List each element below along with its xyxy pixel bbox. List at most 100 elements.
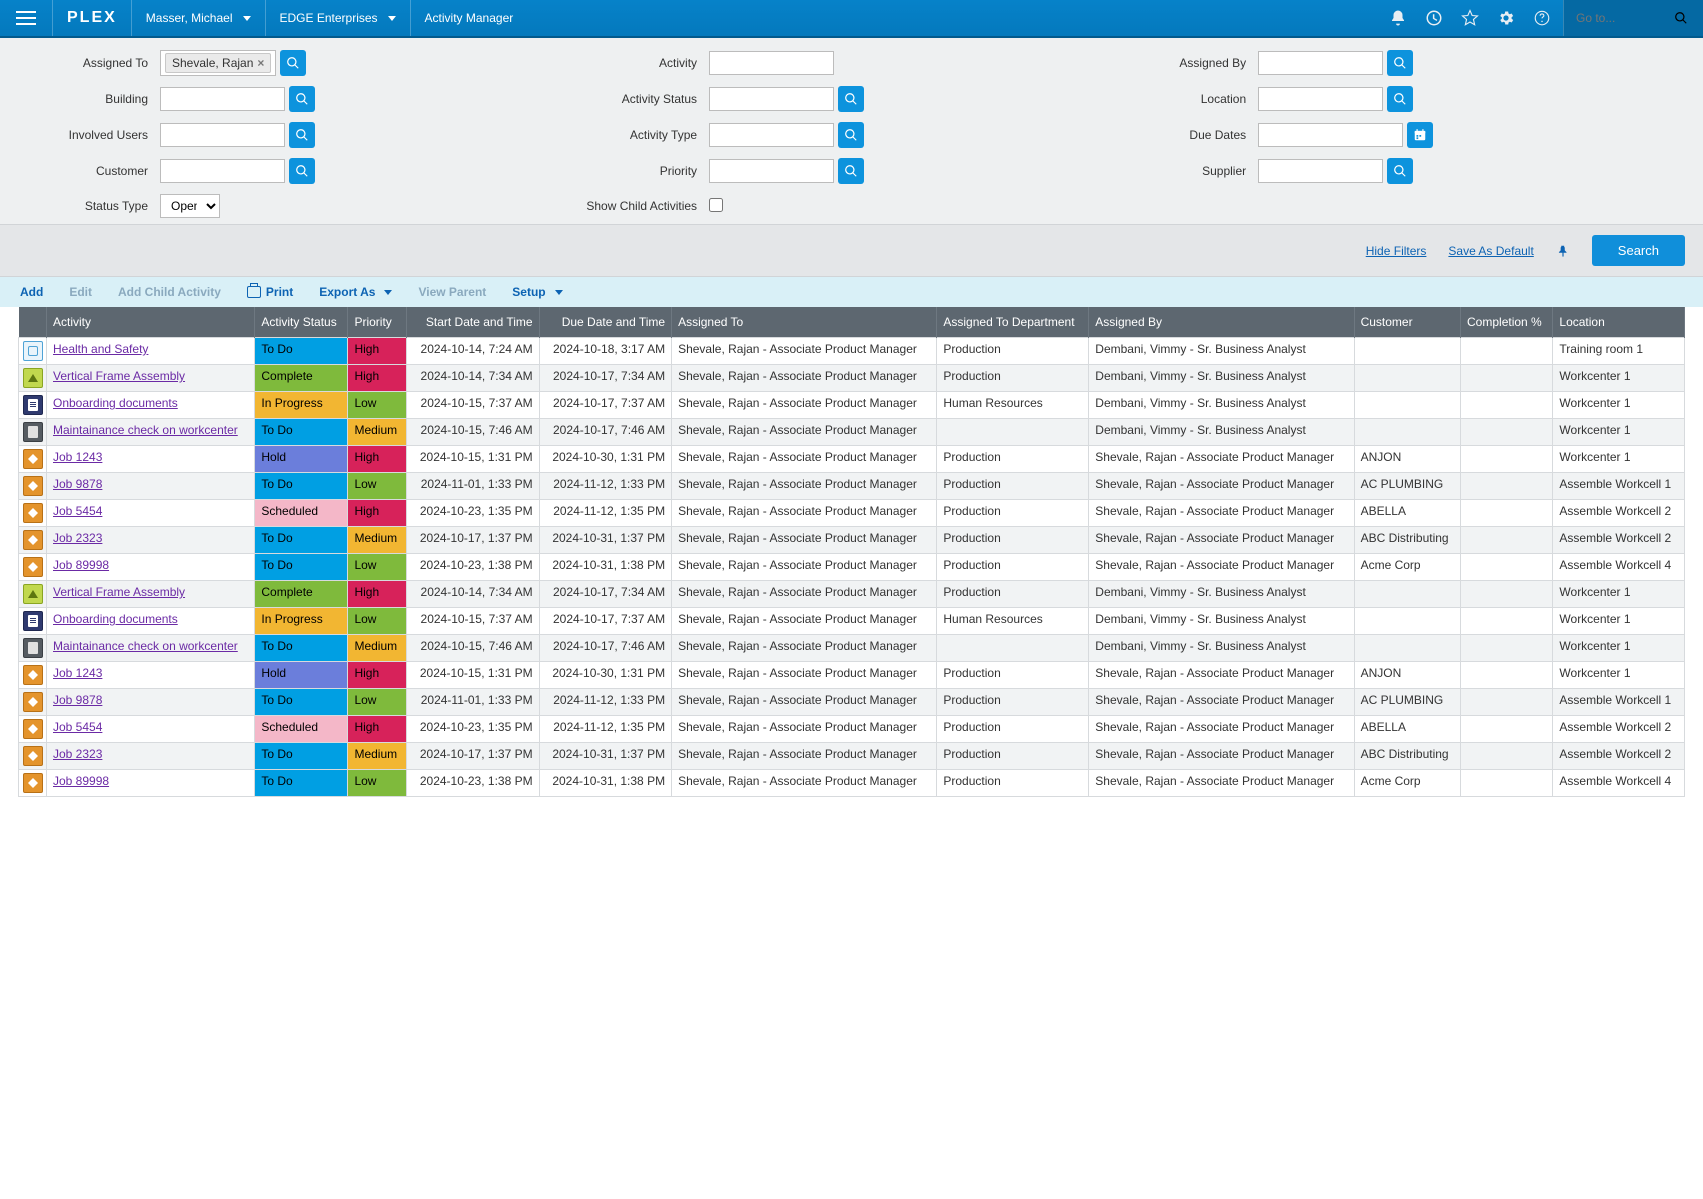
status-type-select[interactable]: Open <box>160 194 220 218</box>
lookup-involved-users[interactable] <box>289 122 315 148</box>
col-header[interactable]: Activity Status <box>255 307 348 338</box>
activity-link[interactable]: Vertical Frame Assembly <box>53 369 185 383</box>
pin-icon[interactable] <box>1556 244 1570 258</box>
table-row[interactable]: Job 1243HoldHigh2024-10-15, 1:31 PM2024-… <box>19 446 1685 473</box>
assigned-by-cell: Shevale, Rajan - Associate Product Manag… <box>1089 716 1354 743</box>
table-row[interactable]: Job 9878To DoLow2024-11-01, 1:33 PM2024-… <box>19 689 1685 716</box>
hide-filters-link[interactable]: Hide Filters <box>1366 244 1427 258</box>
table-row[interactable]: Health and SafetyTo DoHigh2024-10-14, 7:… <box>19 338 1685 365</box>
activity-link[interactable]: Job 89998 <box>53 774 109 788</box>
supplier-input[interactable] <box>1258 159 1383 183</box>
table-row[interactable]: Job 2323To DoMedium2024-10-17, 1:37 PM20… <box>19 743 1685 770</box>
show-child-checkbox[interactable] <box>709 198 723 212</box>
table-row[interactable]: Job 89998To DoLow2024-10-23, 1:38 PM2024… <box>19 554 1685 581</box>
activity-link[interactable]: Job 5454 <box>53 504 102 518</box>
table-row[interactable]: Vertical Frame AssemblyCompleteHigh2024-… <box>19 581 1685 608</box>
assigned-to-input[interactable]: Shevale, Rajan× <box>160 50 276 76</box>
save-default-link[interactable]: Save As Default <box>1448 244 1533 258</box>
location-input[interactable] <box>1258 87 1383 111</box>
table-row[interactable]: Job 89998To DoLow2024-10-23, 1:38 PM2024… <box>19 770 1685 797</box>
user-menu[interactable]: Masser, Michael <box>132 0 266 36</box>
table-row[interactable]: Job 5454ScheduledHigh2024-10-23, 1:35 PM… <box>19 716 1685 743</box>
due-dates-input[interactable] <box>1258 123 1403 147</box>
calendar-due-dates[interactable] <box>1407 122 1433 148</box>
help-icon[interactable] <box>1533 9 1551 27</box>
activity-link[interactable]: Job 1243 <box>53 450 102 464</box>
table-row[interactable]: Job 2323To DoMedium2024-10-17, 1:37 PM20… <box>19 527 1685 554</box>
priority-input[interactable] <box>709 159 834 183</box>
col-header[interactable] <box>19 307 47 338</box>
involved-users-input[interactable] <box>160 123 285 147</box>
lookup-supplier[interactable] <box>1387 158 1413 184</box>
col-header[interactable]: Due Date and Time <box>539 307 671 338</box>
activity-link[interactable]: Maintainance check on workcenter <box>53 639 238 653</box>
lookup-priority[interactable] <box>838 158 864 184</box>
due-date-cell: 2024-10-17, 7:34 AM <box>539 581 671 608</box>
activity-link[interactable]: Job 9878 <box>53 477 102 491</box>
lookup-customer[interactable] <box>289 158 315 184</box>
lookup-activity-status[interactable] <box>838 86 864 112</box>
company-menu[interactable]: EDGE Enterprises <box>266 0 411 36</box>
goto-search[interactable] <box>1563 0 1703 36</box>
assigned-by-input[interactable] <box>1258 51 1383 75</box>
gear-icon[interactable] <box>1497 9 1515 27</box>
setup-button[interactable]: Setup <box>512 285 562 299</box>
chip-remove-icon[interactable]: × <box>257 56 264 70</box>
caret-down-icon <box>555 290 563 295</box>
lookup-building[interactable] <box>289 86 315 112</box>
activity-link[interactable]: Job 2323 <box>53 531 102 545</box>
table-row[interactable]: Onboarding documentsIn ProgressLow2024-1… <box>19 392 1685 419</box>
brand-logo[interactable]: PLEX <box>53 0 132 36</box>
hamburger-button[interactable] <box>0 0 53 36</box>
start-date-cell: 2024-10-23, 1:38 PM <box>407 770 539 797</box>
activity-link[interactable]: Onboarding documents <box>53 396 178 410</box>
activity-link[interactable]: Job 5454 <box>53 720 102 734</box>
activity-type-input[interactable] <box>709 123 834 147</box>
lookup-activity-type[interactable] <box>838 122 864 148</box>
chip-assigned-to[interactable]: Shevale, Rajan× <box>165 53 271 73</box>
activity-status-input[interactable] <box>709 87 834 111</box>
edit-button[interactable]: Edit <box>69 285 92 299</box>
col-header[interactable]: Completion % <box>1461 307 1553 338</box>
activity-link[interactable]: Job 1243 <box>53 666 102 680</box>
col-header[interactable]: Customer <box>1354 307 1460 338</box>
print-button[interactable]: Print <box>247 285 293 299</box>
lookup-location[interactable] <box>1387 86 1413 112</box>
activity-input[interactable] <box>709 51 834 75</box>
activity-link[interactable]: Maintainance check on workcenter <box>53 423 238 437</box>
table-row[interactable]: Onboarding documentsIn ProgressLow2024-1… <box>19 608 1685 635</box>
view-parent-button[interactable]: View Parent <box>418 285 486 299</box>
bell-icon[interactable] <box>1389 9 1407 27</box>
customer-input[interactable] <box>160 159 285 183</box>
export-as-button[interactable]: Export As <box>319 285 392 299</box>
table-row[interactable]: Maintainance check on workcenterTo DoMed… <box>19 419 1685 446</box>
col-header[interactable]: Start Date and Time <box>407 307 539 338</box>
clock-icon[interactable] <box>1425 9 1443 27</box>
col-header[interactable]: Assigned By <box>1089 307 1354 338</box>
search-button[interactable]: Search <box>1592 235 1685 266</box>
add-button[interactable]: Add <box>20 285 43 299</box>
assigned-by-cell: Dembani, Vimmy - Sr. Business Analyst <box>1089 392 1354 419</box>
table-row[interactable]: Maintainance check on workcenterTo DoMed… <box>19 635 1685 662</box>
col-header[interactable]: Assigned To <box>672 307 937 338</box>
col-header[interactable]: Assigned To Department <box>937 307 1089 338</box>
table-row[interactable]: Job 5454ScheduledHigh2024-10-23, 1:35 PM… <box>19 500 1685 527</box>
col-header[interactable]: Activity <box>47 307 255 338</box>
table-row[interactable]: Job 1243HoldHigh2024-10-15, 1:31 PM2024-… <box>19 662 1685 689</box>
activity-link[interactable]: Health and Safety <box>53 342 148 356</box>
col-header[interactable]: Location <box>1553 307 1685 338</box>
activity-link[interactable]: Job 9878 <box>53 693 102 707</box>
building-input[interactable] <box>160 87 285 111</box>
activity-link[interactable]: Vertical Frame Assembly <box>53 585 185 599</box>
add-child-button[interactable]: Add Child Activity <box>118 285 221 299</box>
activity-link[interactable]: Onboarding documents <box>53 612 178 626</box>
table-row[interactable]: Job 9878To DoLow2024-11-01, 1:33 PM2024-… <box>19 473 1685 500</box>
goto-input[interactable] <box>1576 11 1666 25</box>
star-icon[interactable] <box>1461 9 1479 27</box>
lookup-assigned-to[interactable] <box>280 50 306 76</box>
lookup-assigned-by[interactable] <box>1387 50 1413 76</box>
activity-link[interactable]: Job 2323 <box>53 747 102 761</box>
activity-link[interactable]: Job 89998 <box>53 558 109 572</box>
col-header[interactable]: Priority <box>348 307 407 338</box>
table-row[interactable]: Vertical Frame AssemblyCompleteHigh2024-… <box>19 365 1685 392</box>
